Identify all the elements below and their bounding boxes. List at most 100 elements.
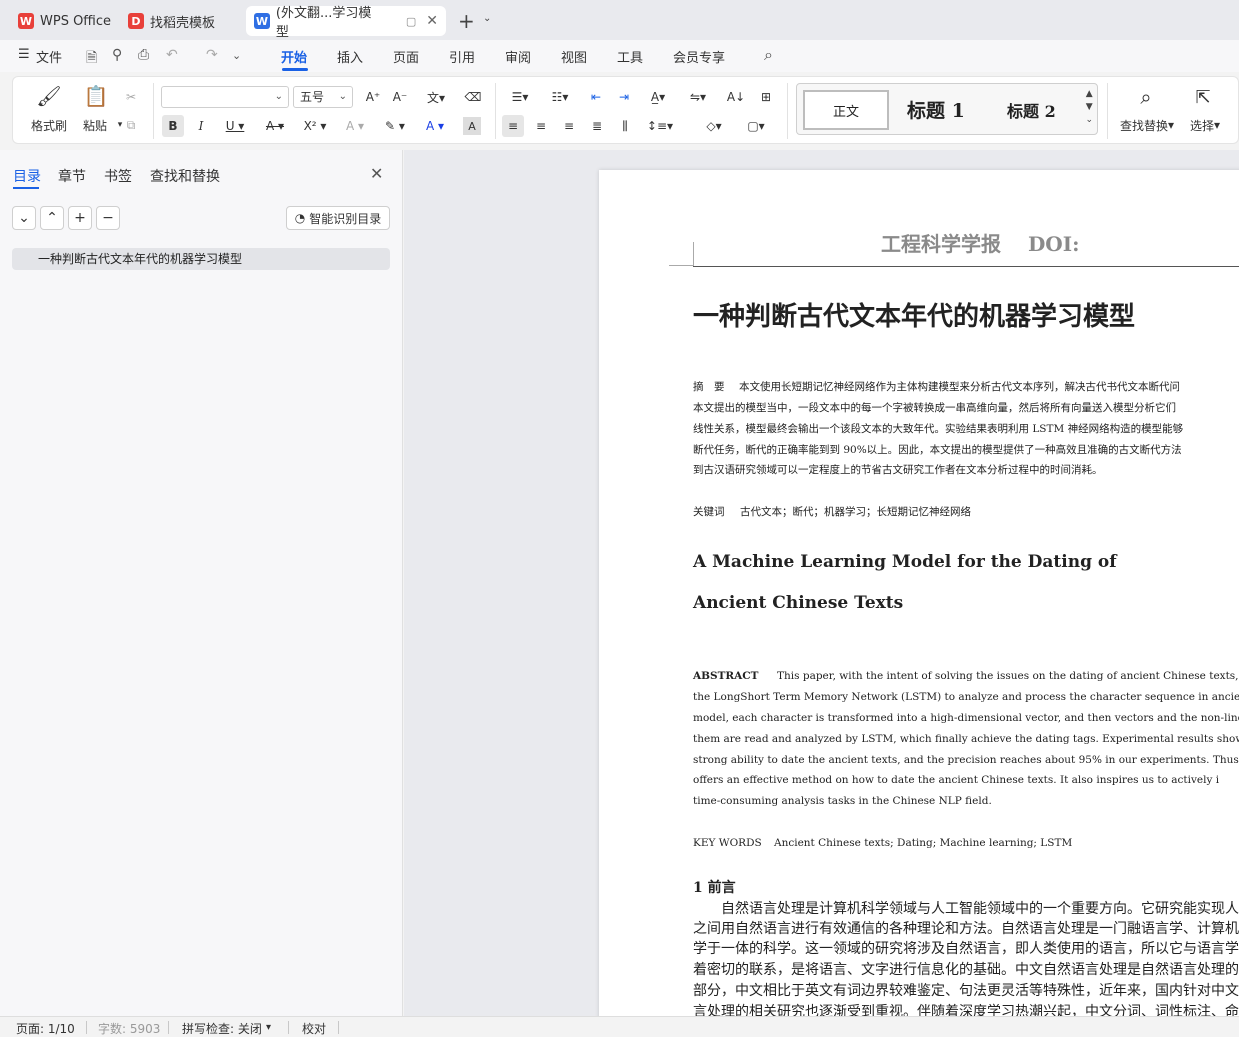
strikethrough-button[interactable]: A ▾ bbox=[258, 115, 292, 137]
tab-wps-office[interactable]: W WPS Office bbox=[10, 6, 119, 36]
abstract-cn-line: 本文提出的模型当中，一段文本中的每一个字被转换成一串高维向量，然后将所有向量送入… bbox=[693, 402, 1176, 414]
section-heading: 1 前言 bbox=[693, 880, 736, 896]
grow-font-icon[interactable]: A⁺ bbox=[363, 87, 383, 107]
menu-tab-insert[interactable]: 插入 bbox=[337, 47, 363, 66]
align-left-button[interactable]: ≡ bbox=[502, 115, 524, 137]
chevron-down-icon: ⌄ bbox=[338, 91, 347, 102]
cut-icon[interactable]: ✂ bbox=[121, 87, 141, 107]
menu-tab-review[interactable]: 审阅 bbox=[505, 47, 531, 66]
italic-button[interactable]: I bbox=[190, 115, 212, 137]
text-effect-button[interactable]: A ▾ bbox=[338, 115, 372, 137]
format-painter-icon[interactable]: 🖌 bbox=[29, 84, 69, 108]
file-menu[interactable]: 文件 bbox=[36, 47, 62, 66]
menu-tab-home[interactable]: 开始 bbox=[281, 47, 307, 66]
find-icon[interactable]: ⌕ bbox=[1131, 85, 1161, 109]
abstract-en-line: model, each character is transformed int… bbox=[693, 712, 1239, 724]
page-indicator[interactable]: 页面: 1/10 bbox=[16, 1020, 75, 1037]
bullet-list-icon[interactable]: ☰▾ bbox=[505, 87, 535, 107]
font-color-button[interactable]: A ▾ bbox=[418, 115, 452, 137]
close-pane-icon[interactable]: ✕ bbox=[370, 164, 383, 183]
title-en-line: Ancient Chinese Texts bbox=[693, 593, 904, 613]
collapse-all-button[interactable]: ⌃ bbox=[40, 206, 64, 230]
styles-scroll-icon[interactable]: ▲ ▼ ⌄ bbox=[1085, 88, 1093, 127]
add-heading-button[interactable]: + bbox=[68, 206, 92, 230]
tab-bookmarks[interactable]: 书签 bbox=[104, 166, 132, 186]
style-heading-2[interactable]: 标题 2 bbox=[1007, 98, 1056, 122]
sort-icon[interactable]: A↓ bbox=[725, 87, 747, 107]
superscript-button[interactable]: X² ▾ bbox=[298, 115, 332, 137]
remove-heading-button[interactable]: − bbox=[96, 206, 120, 230]
distribute-button[interactable]: ⫼ bbox=[614, 115, 636, 137]
redo-icon[interactable]: ↷ bbox=[206, 47, 218, 63]
menu-tab-page[interactable]: 页面 bbox=[393, 47, 419, 66]
clear-format-icon[interactable]: ⌫ bbox=[463, 87, 483, 107]
chevron-down-icon[interactable]: ⌄ bbox=[483, 13, 491, 24]
writer-doc-icon: W bbox=[254, 13, 270, 29]
tab-template[interactable]: D 找稻壳模板 bbox=[120, 6, 223, 36]
restore-window-icon[interactable]: ▢ bbox=[406, 15, 416, 28]
bold-button[interactable]: B bbox=[162, 115, 184, 137]
align-right-button[interactable]: ≡ bbox=[558, 115, 580, 137]
menu-tab-tools[interactable]: 工具 bbox=[617, 47, 643, 66]
copy-icon[interactable]: ⧉ bbox=[121, 115, 141, 135]
word-count[interactable]: 字数: 5903 bbox=[98, 1020, 160, 1037]
spell-check-toggle[interactable]: 拼写检查: 关闭 bbox=[182, 1020, 262, 1037]
document-canvas[interactable]: 工程科学学报 DOI: 一种判断古代文本年代的机器学习模型 摘 要 本文使用长短… bbox=[404, 150, 1239, 1016]
shrink-font-icon[interactable]: A⁻ bbox=[390, 87, 410, 107]
divider bbox=[86, 1021, 87, 1034]
menu-tab-member[interactable]: 会员专享 bbox=[673, 47, 725, 66]
menu-tab-references[interactable]: 引用 bbox=[449, 47, 475, 66]
select-button[interactable]: 选择 ▾ bbox=[1183, 117, 1227, 133]
search-icon[interactable]: ⌕ bbox=[764, 45, 773, 65]
shading-button[interactable]: ◇▾ bbox=[697, 115, 731, 137]
increase-indent-icon[interactable]: ⇥ bbox=[613, 87, 635, 107]
borders-button[interactable]: ▢▾ bbox=[739, 115, 773, 137]
paste-icon[interactable]: 📋 bbox=[79, 84, 113, 108]
tab-sections[interactable]: 章节 bbox=[58, 166, 86, 186]
menu-tab-view[interactable]: 视图 bbox=[561, 47, 587, 66]
highlight-button[interactable]: ✎ ▾ bbox=[378, 115, 412, 137]
status-bar: 页面: 1/10 字数: 5903 拼写检查: 关闭 ▾ 校对 bbox=[0, 1016, 1239, 1037]
share-icon[interactable]: ⚲ bbox=[112, 47, 122, 63]
align-center-button[interactable]: ≡ bbox=[530, 115, 552, 137]
print-preview-icon[interactable]: ⎙ bbox=[138, 47, 149, 63]
document-page[interactable]: 工程科学学报 DOI: 一种判断古代文本年代的机器学习模型 摘 要 本文使用长短… bbox=[599, 170, 1239, 1016]
ai-icon: ◔ bbox=[294, 211, 306, 225]
show-marks-icon[interactable]: ⊞ bbox=[755, 87, 777, 107]
navigation-pane: 目录 章节 书签 查找和替换 ✕ ⌄ ⌃ + − ◔ 智能识别目录 一种判断古代文… bbox=[0, 150, 403, 1016]
numbered-list-icon[interactable]: ☷▾ bbox=[545, 87, 575, 107]
line-spacing-button[interactable]: ↕≡▾ bbox=[643, 115, 677, 137]
find-replace-button[interactable]: 查找替换 ▾ bbox=[1115, 117, 1179, 133]
proofread-button[interactable]: 校对 bbox=[302, 1020, 326, 1037]
save-icon[interactable]: 🗎 bbox=[86, 47, 97, 71]
tab-toc[interactable]: 目录 bbox=[13, 166, 41, 186]
margin-corner-mark bbox=[669, 265, 693, 266]
document-title: 一种判断古代文本年代的机器学习模型 bbox=[693, 302, 1136, 332]
paste-button[interactable]: 粘贴 bbox=[75, 117, 115, 133]
font-size-select[interactable]: 五号 ⌄ bbox=[293, 86, 353, 108]
hamburger-icon[interactable]: ☰ bbox=[18, 47, 30, 62]
select-cursor-icon[interactable]: ⇱ bbox=[1191, 85, 1215, 109]
justify-button[interactable]: ≣ bbox=[586, 115, 608, 137]
decrease-indent-icon[interactable]: ⇤ bbox=[585, 87, 607, 107]
expand-all-button[interactable]: ⌄ bbox=[12, 206, 36, 230]
char-shading-button[interactable]: A bbox=[463, 117, 481, 135]
text-direction-icon[interactable]: A̲▾ bbox=[643, 87, 673, 107]
tab-document[interactable]: W (外文翻...学习模型 ▢ ✕ bbox=[246, 6, 446, 40]
convert-icon[interactable]: ⇋▾ bbox=[683, 87, 713, 107]
tab-find-replace[interactable]: 查找和替换 bbox=[150, 166, 220, 186]
format-painter-button[interactable]: 格式刷 bbox=[25, 117, 73, 133]
close-tab-icon[interactable]: ✕ bbox=[426, 13, 438, 29]
toc-item[interactable]: 一种判断古代文本年代的机器学习模型 bbox=[12, 248, 390, 270]
undo-icon[interactable]: ↶ bbox=[166, 47, 178, 63]
quick-access-dropdown-icon[interactable]: ⌄ bbox=[232, 49, 241, 62]
style-heading-1[interactable]: 标题 1 bbox=[907, 96, 965, 123]
underline-button[interactable]: U ▾ bbox=[218, 115, 252, 137]
divider bbox=[787, 83, 788, 139]
font-name-select[interactable]: ⌄ bbox=[161, 86, 289, 108]
new-tab-icon[interactable]: + bbox=[458, 9, 475, 33]
smart-toc-button[interactable]: ◔ 智能识别目录 bbox=[286, 206, 390, 230]
style-normal[interactable]: 正文 bbox=[803, 90, 889, 130]
chevron-down-icon[interactable]: ▾ bbox=[266, 1022, 271, 1033]
phonetic-guide-icon[interactable]: 文▾ bbox=[419, 87, 453, 107]
